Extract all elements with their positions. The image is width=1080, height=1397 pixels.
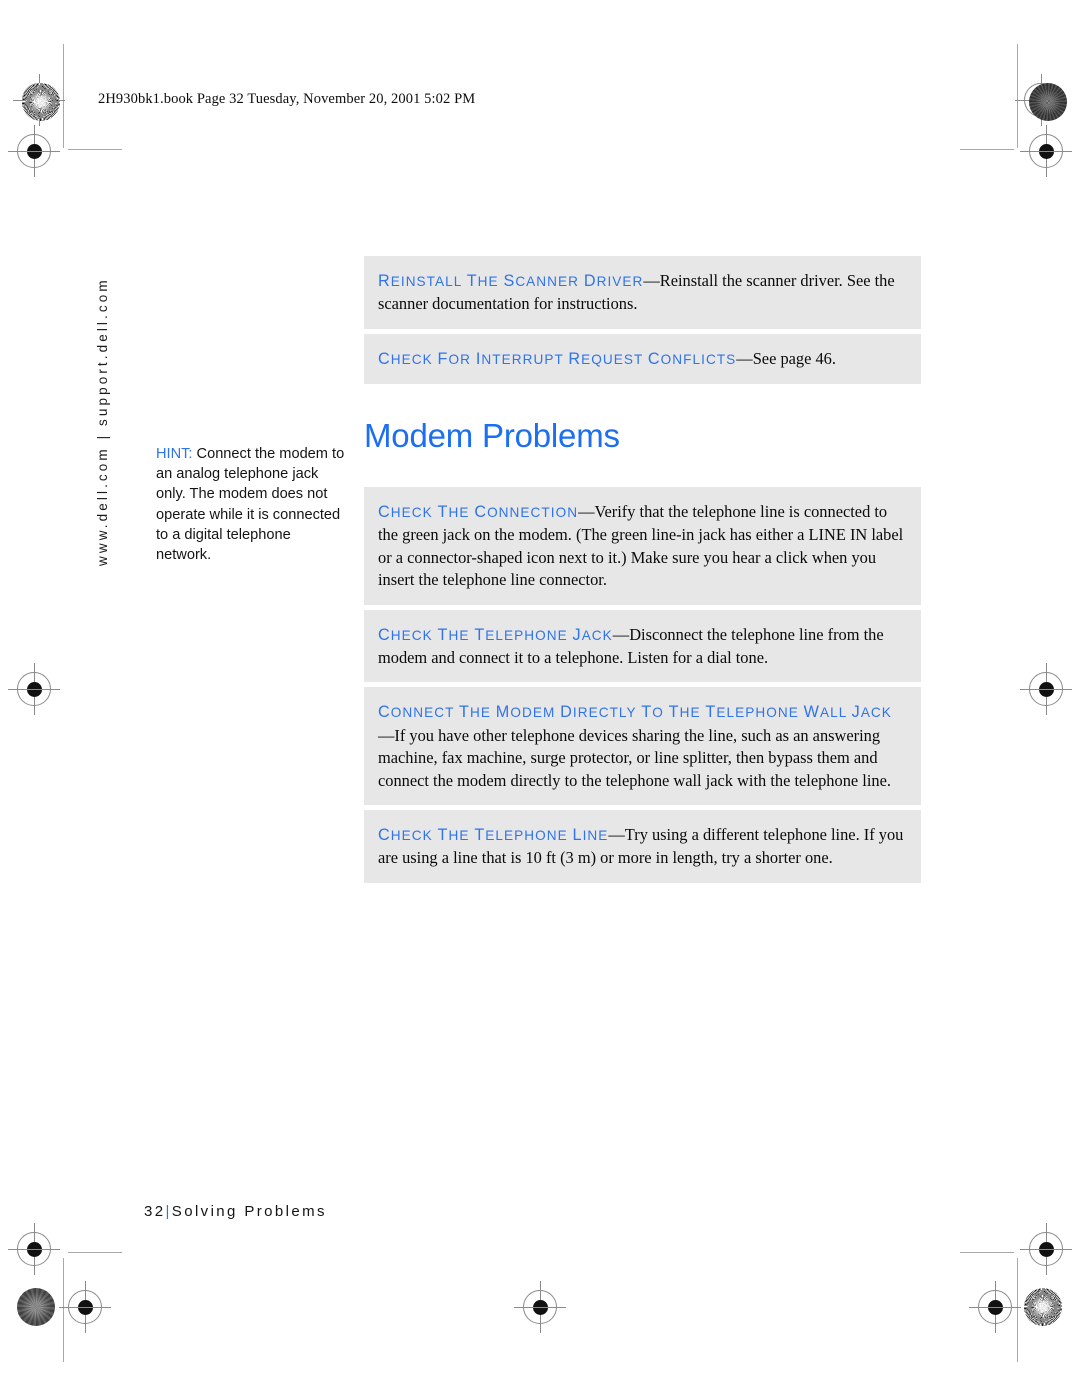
registration-ring [978,1290,1012,1324]
registration-dot [1038,1241,1054,1257]
tip-paragraph: Check for interrupt request conflicts—Se… [378,348,905,371]
tip-lead-in: Check for interrupt request conflicts [378,349,737,368]
trim-guide-bottom-left [68,1252,122,1253]
tip-paragraph: Check the telephone jack—Disconnect the … [378,624,905,670]
tip-body: If you have other telephone devices shar… [378,725,891,790]
registration-target-upper-right [1020,125,1072,177]
registration-target-upper-left [8,125,60,177]
registration-dot [1038,143,1054,159]
registration-dot [26,1241,42,1257]
registration-dot [1038,681,1054,697]
trim-guide-top-right [960,149,1014,150]
tip-dash: — [378,725,395,745]
tip-dash: — [608,825,625,845]
registration-target-bottom-right [969,1281,1021,1333]
tip-box: Check the telephone jack—Disconnect the … [364,609,921,683]
color-rosette-patch-bottom-right [1024,1288,1062,1326]
scanner-tips-group: Reinstall the scanner driver—Reinstall t… [364,256,921,389]
trim-guide-top-left [68,149,122,150]
registration-ring [1029,672,1063,706]
tip-dash: — [736,348,753,368]
trim-guide-bottom-right [960,1252,1014,1253]
registration-target-lower-left [8,1223,60,1275]
density-patch-bottom-left [17,1288,55,1326]
tip-lead-in: Reinstall the scanner driver [378,272,644,290]
side-url-label: www.dell.com | support.dell.com [95,277,110,566]
tip-dash: — [578,502,595,521]
registration-target-mid-left [8,663,60,715]
registration-ring [1029,1232,1063,1266]
color-rosette-patch-top-left [22,83,60,121]
footer-page-number: 32 [144,1203,166,1220]
tip-box: Check for interrupt request conflicts—Se… [364,333,921,385]
tip-lead-in: Check the connection [378,503,579,521]
registration-target-mid-right [1020,663,1072,715]
footer-chapter: Solving Problems [171,1203,327,1220]
registration-ring [1029,134,1063,168]
tip-paragraph: Check the connection—Verify that the tel… [378,501,905,592]
modem-tips-group: Check the connection—Verify that the tel… [364,487,921,888]
tip-paragraph: Connect the modem directly to the teleph… [378,701,905,792]
tip-paragraph: Reinstall the scanner driver—Reinstall t… [378,270,905,316]
tip-dash: — [612,624,630,644]
registration-dot [26,143,42,159]
tip-box: Reinstall the scanner driver—Reinstall t… [364,256,921,329]
registration-ring [17,134,51,168]
registration-target-lower-right [1020,1223,1072,1275]
tip-lead-in: Check the telephone line [378,826,609,845]
tip-lead-in: Check the telephone jack [378,625,613,644]
hint-body: Connect the modem to an analog telephone… [156,446,345,564]
trim-guide-right-bottom [1017,1258,1018,1362]
registration-ring [523,1290,557,1324]
tip-box: Check the telephone line—Try using a dif… [364,810,921,883]
registration-ring [17,1232,51,1266]
registration-ring [68,1290,102,1324]
trim-guide-left-top [63,44,64,148]
tip-body: See page 46. [752,348,836,368]
registration-dot [26,681,42,697]
tip-dash: — [643,271,660,290]
hint-keyword: HINT: [156,446,193,462]
tip-lead-in: Connect the modem directly to the teleph… [378,703,892,722]
hint-note: HINT: Connect the modem to an analog tel… [156,444,346,565]
page-footer: 32|Solving Problems [144,1203,327,1220]
tip-box: Check the connection—Verify that the tel… [364,487,921,605]
trim-guide-left-bottom [63,1258,64,1362]
registration-dot [987,1299,1003,1315]
density-patch-top-right [1029,83,1067,121]
page-title: Modem Problems [364,417,620,455]
registration-target-bottom-center [514,1281,566,1333]
registration-target-bottom-left [59,1281,111,1333]
tip-box: Connect the modem directly to the teleph… [364,687,921,806]
registration-dot [77,1299,93,1315]
page-header-filename: 2H930bk1.book Page 32 Tuesday, November … [98,91,476,107]
registration-ring [17,672,51,706]
trim-guide-right-top [1017,44,1018,148]
tip-paragraph: Check the telephone line—Try using a dif… [378,824,905,870]
registration-dot [532,1299,548,1315]
